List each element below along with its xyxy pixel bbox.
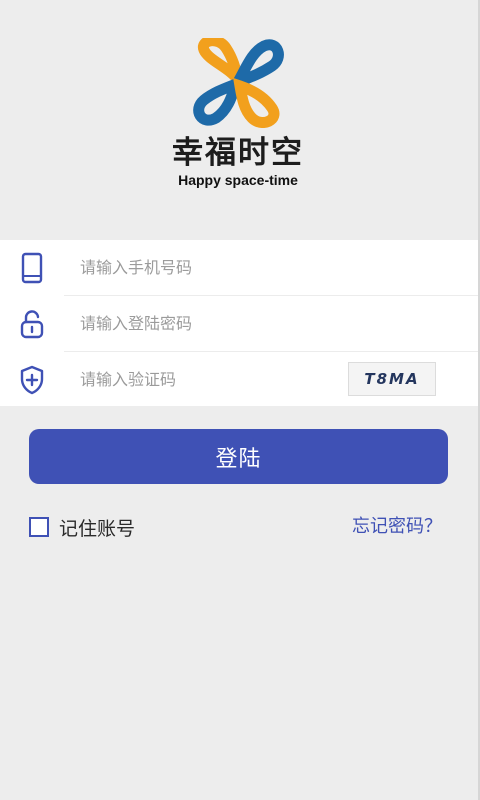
login-button[interactable]: 登陆 — [29, 429, 448, 484]
remember-account[interactable]: 记住账号 — [29, 514, 135, 540]
phone-input[interactable] — [80, 240, 340, 295]
password-input[interactable] — [80, 296, 340, 351]
brand-tagline: Happy space-time — [178, 172, 298, 188]
password-row — [20, 295, 478, 351]
captcha-row: T8MA — [20, 351, 478, 407]
login-form: T8MA — [0, 240, 478, 407]
phone-row — [0, 240, 478, 295]
lock-icon — [20, 310, 44, 339]
shield-plus-icon — [20, 365, 44, 395]
brand-name: 幸福时空 — [172, 135, 304, 171]
brand-header: 幸福时空 Happy space-time — [0, 38, 476, 188]
captcha-image[interactable]: T8MA — [348, 362, 436, 396]
brand-logo-icon — [193, 38, 284, 128]
remember-label: 记住账号 — [59, 517, 136, 540]
captcha-input[interactable] — [80, 352, 270, 407]
phone-icon — [21, 252, 43, 284]
forgot-password-link[interactable]: 忘记密码？ — [352, 512, 442, 538]
remember-checkbox[interactable] — [29, 517, 49, 537]
